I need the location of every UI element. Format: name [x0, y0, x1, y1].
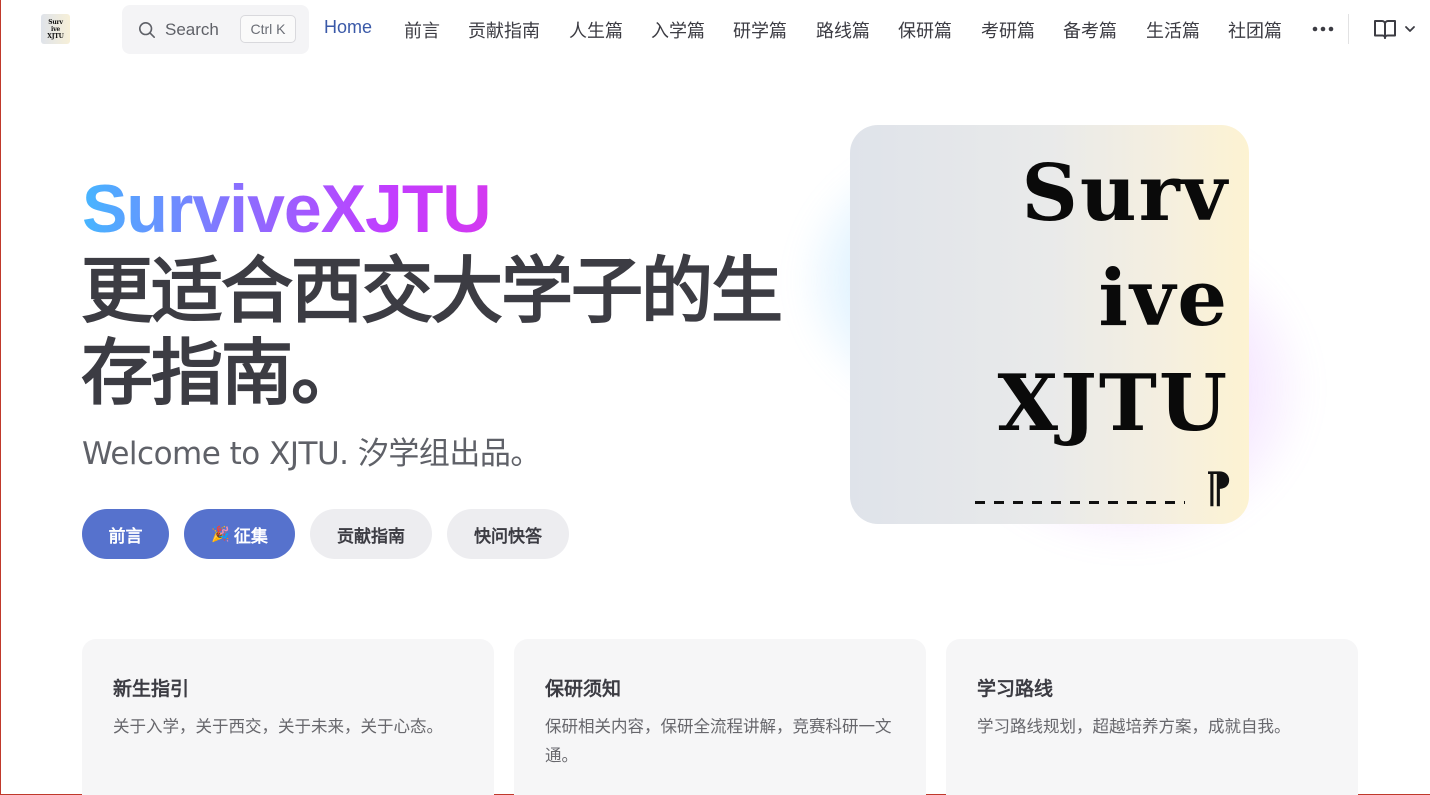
- call-for-contributions-label: 征集: [233, 526, 268, 547]
- quick-qa-button[interactable]: 快问快答: [447, 509, 569, 559]
- nav-item-preface[interactable]: 前言: [404, 17, 440, 43]
- logo-line: XJTU: [47, 32, 64, 40]
- feature-details: 保研相关内容，保研全流程讲解，竞赛科研一文通。: [545, 717, 892, 765]
- logo-line: ive: [51, 25, 60, 33]
- quick-qa-label: 快问快答: [474, 526, 542, 547]
- site-logo[interactable]: Surv ive XJTU: [41, 14, 70, 44]
- feature-card[interactable]: 新生指引 关于入学，关于西交，关于未来，关于心态。: [82, 639, 494, 795]
- logo-line: Surv: [48, 18, 63, 26]
- nav-item-life[interactable]: 人生篇: [569, 17, 623, 43]
- nav-item-contributing[interactable]: 贡献指南: [468, 17, 540, 43]
- feature-details: 关于入学，关于西交，关于未来，关于心态。: [113, 717, 443, 736]
- more-horizontal-icon[interactable]: [1312, 24, 1334, 34]
- book-open-icon[interactable]: [1373, 18, 1397, 40]
- hero-image-word: Surv: [1021, 148, 1229, 239]
- search-icon: [138, 21, 156, 39]
- feature-details: 学习路线规划，超越培养方案，成就自我。: [977, 717, 1291, 736]
- call-for-contributions-button[interactable]: 🎉 征集: [184, 509, 295, 559]
- hero-image-dashed-line: [975, 501, 1185, 504]
- hero-image: Surv ive XJTU ⁋: [850, 125, 1249, 524]
- feature-title: 学习路线: [977, 678, 1054, 700]
- contributing-guide-button[interactable]: 贡献指南: [310, 509, 432, 559]
- feature-title: 保研须知: [545, 678, 622, 700]
- hero-tagline: Welcome to XJTU. 汐学组出品。: [82, 436, 541, 472]
- preface-button[interactable]: 前言: [82, 509, 169, 559]
- hero-brand-name: SurviveXJTU: [82, 171, 492, 247]
- chevron-down-icon[interactable]: [1404, 23, 1416, 35]
- hero-title: 更适合西交大学子的生存指南。: [81, 249, 783, 415]
- hero-image-word: ive: [1098, 253, 1229, 344]
- search-shortcut-badge: Ctrl K: [240, 15, 296, 43]
- preface-button-label: 前言: [108, 526, 143, 547]
- feature-card[interactable]: 学习路线 学习路线规划，超越培养方案，成就自我。: [946, 639, 1358, 795]
- feature-title: 新生指引: [113, 678, 190, 700]
- nav-item-home[interactable]: Home: [324, 17, 372, 38]
- search-label: Search: [165, 20, 219, 39]
- hero-image-word: XJTU: [997, 358, 1229, 449]
- hero-image-mark: ⁋: [1205, 463, 1232, 512]
- contributing-guide-label: 贡献指南: [337, 526, 405, 547]
- party-popper-icon: 🎉: [211, 525, 230, 543]
- feature-card[interactable]: 保研须知 保研相关内容，保研全流程讲解，竞赛科研一文通。: [514, 639, 926, 795]
